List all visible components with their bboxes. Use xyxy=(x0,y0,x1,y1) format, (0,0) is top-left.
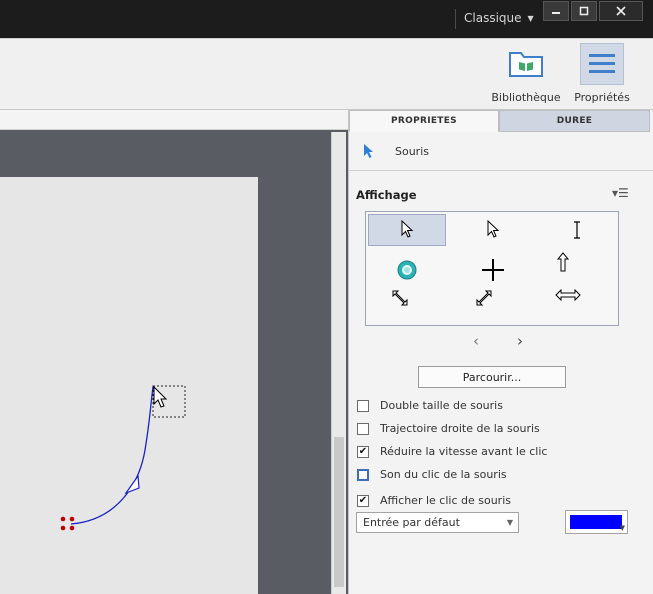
mouse-object-cursor xyxy=(153,385,168,408)
stage-area xyxy=(0,110,348,594)
crosshair-icon xyxy=(482,259,504,281)
tab-properties[interactable]: PROPRIETES xyxy=(349,110,499,132)
object-header: Souris xyxy=(349,132,653,171)
workspace-switcher[interactable]: Classique ▼ xyxy=(464,11,534,25)
library-button[interactable]: Bibliothèque xyxy=(491,43,561,105)
resize-diagonal-icon xyxy=(392,290,408,306)
chevron-right-icon[interactable]: › xyxy=(517,332,523,350)
color-swatch xyxy=(570,515,622,529)
chevron-down-icon: ▼ xyxy=(527,14,534,23)
up-arrow-icon xyxy=(557,252,569,272)
pointer-gallery xyxy=(365,211,619,326)
resize-horizontal-cursor-option[interactable] xyxy=(529,279,607,311)
i-beam-icon xyxy=(574,221,580,239)
checkbox-box-checked[interactable]: ✔ xyxy=(357,494,369,507)
properties-label: Propriétés xyxy=(574,91,630,104)
checkbox-box[interactable] xyxy=(357,468,369,481)
arrow-pointer-option-selected[interactable] xyxy=(368,214,446,246)
chevron-left-icon[interactable]: ‹ xyxy=(473,332,479,350)
arrow-cursor-icon xyxy=(487,220,500,238)
window-controls xyxy=(543,1,647,21)
separator xyxy=(455,9,456,29)
properties-panel: PROPRIETES DUREE Souris Affichage ▾☰ ‹ ›… xyxy=(348,110,653,594)
toolbar: Bibliothèque Propriétés xyxy=(0,38,653,110)
path-direction-arrow xyxy=(124,474,140,495)
reduce-speed-checkbox[interactable]: ✔ Réduire la vitesse avant le clic xyxy=(357,445,547,458)
gallery-pager: ‹ › xyxy=(473,332,523,350)
minimize-icon xyxy=(552,12,560,14)
click-color-picker[interactable]: ▼ xyxy=(565,510,628,534)
resize-nesw-cursor-option[interactable] xyxy=(445,282,523,314)
up-arrow-cursor-option[interactable] xyxy=(524,246,602,278)
folder-book-icon xyxy=(504,43,548,85)
chevron-down-icon: ▼ xyxy=(506,518,513,527)
arrow-pointer-option[interactable] xyxy=(454,214,532,246)
workspace-label: Classique xyxy=(464,11,522,25)
panel-tabs: PROPRIETES DUREE xyxy=(349,110,653,132)
maximize-button[interactable] xyxy=(571,1,597,21)
mouse-path xyxy=(70,386,154,525)
section-menu-icon[interactable]: ▾☰ xyxy=(612,186,629,200)
checkbox-box[interactable] xyxy=(357,422,369,435)
show-click-checkbox[interactable]: ✔ Afficher le clic de souris xyxy=(357,494,511,507)
checkbox-box[interactable] xyxy=(357,399,369,412)
checkbox-label: Réduire la vitesse avant le clic xyxy=(380,445,548,458)
browse-button[interactable]: Parcourir... xyxy=(418,366,566,388)
object-name: Souris xyxy=(395,145,429,158)
mouse-path-drawing xyxy=(60,385,186,531)
checkbox-label: Trajectoire droite de la souris xyxy=(380,422,540,435)
list-icon xyxy=(580,43,624,85)
checkbox-label: Afficher le clic de souris xyxy=(380,494,511,507)
resize-horizontal-icon xyxy=(555,289,581,301)
library-label: Bibliothèque xyxy=(491,91,561,104)
checkbox-label: Son du clic de la souris xyxy=(380,468,507,481)
title-bar: Classique ▼ xyxy=(0,0,653,38)
pointer-icon xyxy=(364,144,373,158)
properties-button[interactable]: Propriétés xyxy=(572,43,632,105)
double-size-checkbox[interactable]: Double taille de souris xyxy=(357,399,503,412)
straight-path-checkbox[interactable]: Trajectoire droite de la souris xyxy=(357,422,540,435)
close-button[interactable] xyxy=(599,1,643,21)
click-effect-value: Entrée par défaut xyxy=(363,516,460,529)
resize-diagonal-icon xyxy=(476,290,492,306)
resize-nwse-cursor-option[interactable] xyxy=(361,282,439,314)
text-cursor-option[interactable] xyxy=(538,214,616,246)
arrow-cursor-icon xyxy=(401,220,414,238)
checkbox-label: Double taille de souris xyxy=(380,399,503,412)
section-title: Affichage xyxy=(356,188,417,202)
chevron-down-icon: ▼ xyxy=(619,524,625,532)
tab-duration[interactable]: DUREE xyxy=(499,110,650,132)
close-icon xyxy=(616,6,626,16)
click-effect-select[interactable]: Entrée par défaut ▼ xyxy=(356,512,519,533)
checkbox-box-checked[interactable]: ✔ xyxy=(357,445,369,458)
minimize-button[interactable] xyxy=(543,1,569,21)
maximize-icon xyxy=(579,6,589,16)
busy-ring-icon xyxy=(397,260,417,280)
click-sound-checkbox[interactable]: Son du clic de la souris xyxy=(357,468,507,481)
